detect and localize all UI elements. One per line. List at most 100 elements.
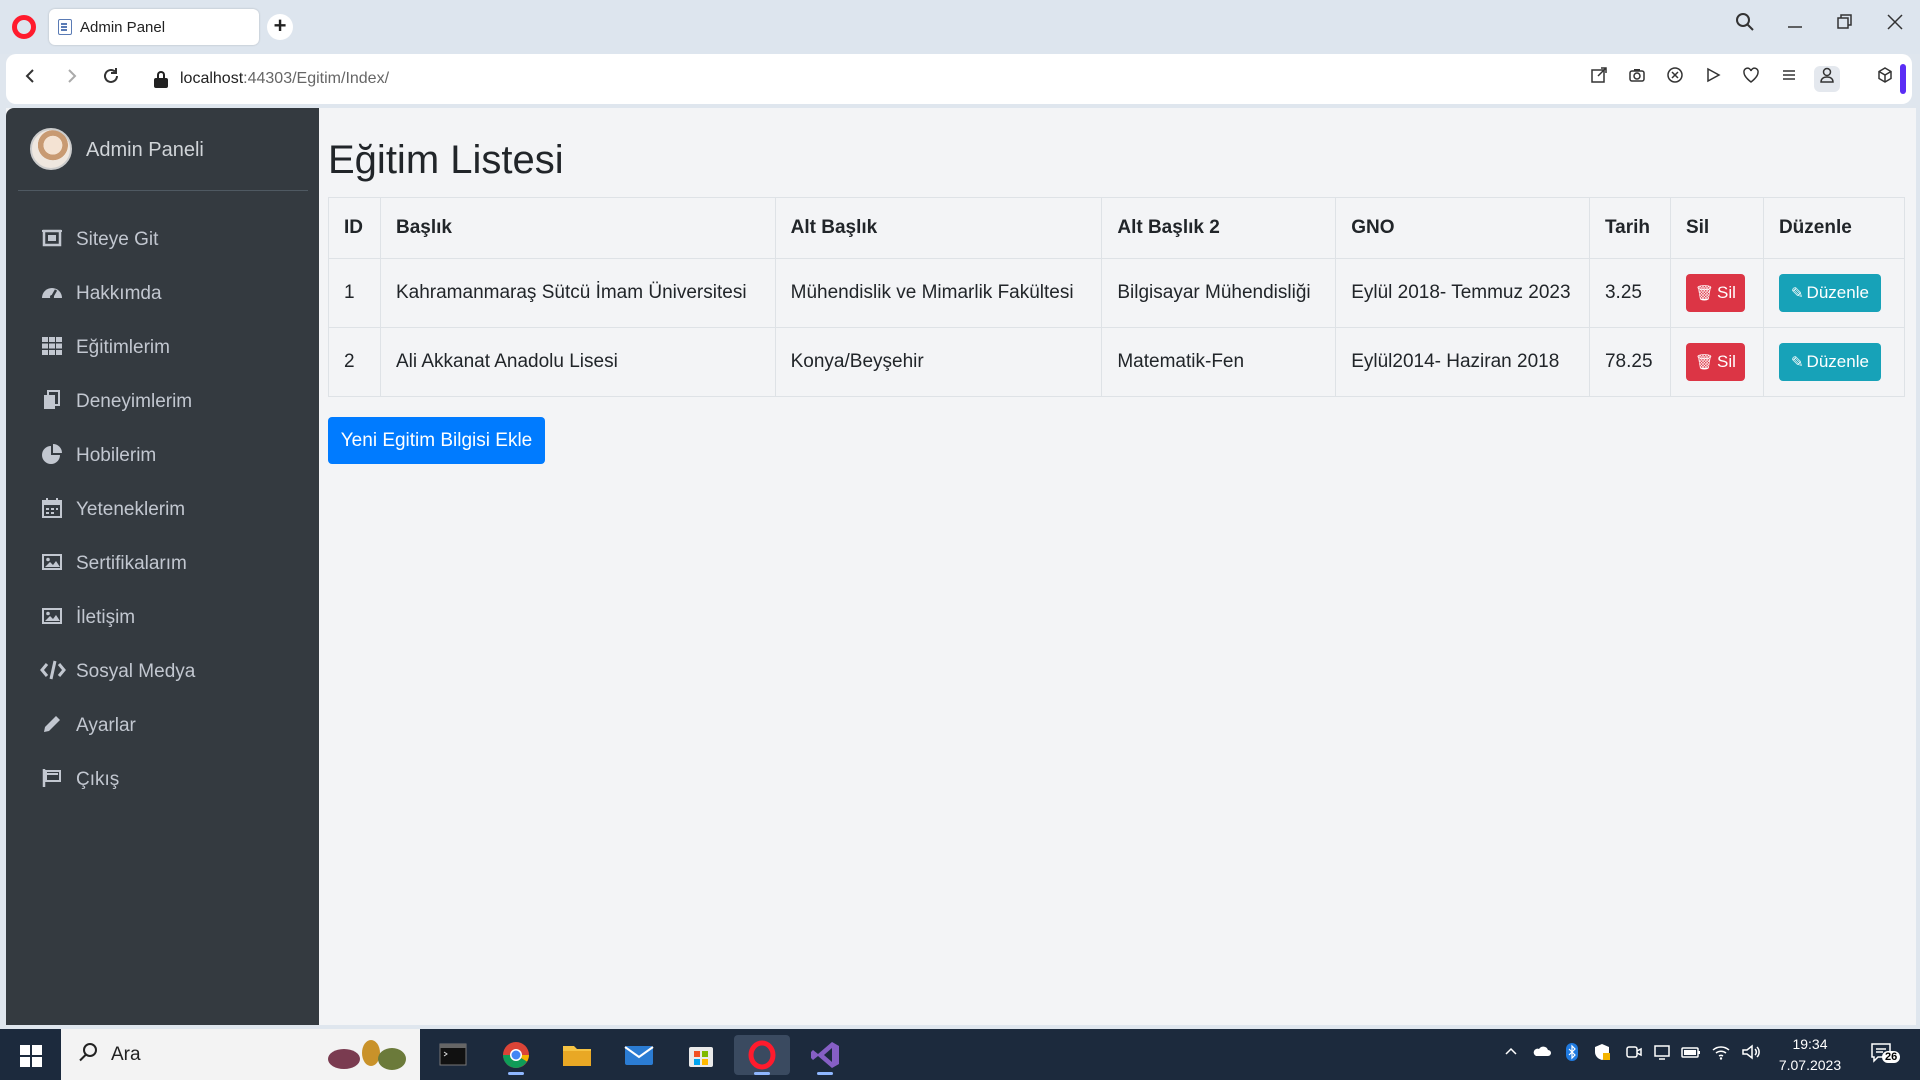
sidebar-toggle-indicator[interactable] [1900,64,1906,94]
onedrive-icon[interactable] [1531,1043,1551,1064]
sidebar-item-siteye-git[interactable]: Siteye Git [6,212,319,266]
cell-tarih: 78.25 [1588,327,1671,397]
search-icon [77,1041,99,1069]
taskbar-search-input[interactable]: Ara [61,1029,420,1080]
display-icon[interactable] [1653,1043,1671,1066]
add-education-button[interactable]: Yeni Egitim Bilgisi Ekle [328,417,545,464]
pencil-icon: ✎ [1790,285,1804,302]
taskbar-visual-studio-icon[interactable] [803,1035,847,1075]
back-button[interactable] [18,67,44,91]
clock-date: 7.07.2023 [1778,1057,1842,1073]
grid-icon [40,335,64,359]
clock-time: 19:34 [1792,1036,1828,1052]
sidebar-item-ayarlar[interactable]: Ayarlar [6,698,319,752]
delete-button[interactable]: 🗑 Sil [1685,274,1745,312]
windows-taskbar: Ara 19:34 7.07.2023 26 [0,1029,1920,1080]
security-icon[interactable] [1593,1043,1611,1066]
sidebar-item-label: İletişim [76,607,136,628]
sidebar-item-sosyal-medya[interactable]: Sosyal Medya [6,644,319,698]
battery-icon[interactable] [1681,1043,1701,1066]
sidebar-item-iletisim[interactable]: İletişim [6,590,319,644]
sidebar-item-cikis[interactable]: Çıkış [6,752,319,806]
cell-sil: 🗑 Sil [1669,258,1764,328]
reload-button[interactable] [98,67,124,91]
sidebar-item-label: Hobilerim [76,445,157,466]
page-viewport: Admin Paneli Siteye Git Hakkımda Eğitiml… [6,108,1916,1025]
delete-button[interactable]: 🗑 Sil [1685,343,1745,381]
sidebar-item-egitimlerim[interactable]: Eğitimlerim [6,320,319,374]
opera-logo-icon[interactable] [12,15,36,39]
windows-start-icon[interactable] [20,1045,42,1067]
easy-setup-icon[interactable] [1776,66,1802,92]
taskbar-clock[interactable]: 19:34 7.07.2023 [1770,1034,1850,1076]
sidebar-brand[interactable]: Admin Paneli [30,128,296,172]
flag-icon [40,767,64,791]
edit-label: Düzenle [1806,283,1869,302]
image-icon [40,551,64,575]
taskbar-terminal-icon[interactable] [431,1035,475,1075]
show-hidden-icons-icon[interactable] [1503,1043,1519,1064]
taskbar-mail-icon[interactable] [617,1035,661,1075]
bluetooth-icon[interactable] [1565,1043,1579,1066]
minimize-button[interactable] [1780,12,1810,38]
sidebar-item-label: Deneyimlerim [76,391,193,412]
search-placeholder: Ara [111,1044,141,1065]
share-icon[interactable] [1586,66,1612,92]
sidebar-item-label: Siteye Git [76,229,159,250]
brand-title: Admin Paneli [86,139,204,161]
meet-now-icon[interactable] [1625,1043,1643,1066]
column-header-alt-baslik: Alt Başlık [774,197,1103,259]
edit-button[interactable]: ✎ Düzenle [1778,274,1881,312]
column-header-alt-baslik-2: Alt Başlık 2 [1101,197,1337,259]
cell-alt-baslik: Konya/Beyşehir [774,327,1103,397]
sidebar-item-label: Sertifikalarım [76,553,187,574]
sidebar-item-label: Eğitimlerim [76,337,170,358]
cell-alt-baslik-2: Bilgisayar Mühendisliği [1101,258,1337,328]
profile-icon[interactable] [1814,66,1840,92]
browser-tabbar: Admin Panel + [0,0,1920,54]
taskbar-store-icon[interactable] [679,1035,723,1075]
cell-alt-baslik: Mühendislik ve Mimarlik Fakültesi [774,258,1103,328]
sidebar-menu: Siteye Git Hakkımda Eğitimlerim Deneyiml… [6,212,319,806]
pie-chart-icon [40,443,64,467]
adblock-icon[interactable] [1662,66,1688,92]
new-tab-button[interactable]: + [267,14,293,40]
camera-icon[interactable] [1624,66,1650,92]
url-field[interactable]: localhost:44303/Egitim/Index/ [180,70,389,88]
delete-label: Sil [1717,352,1736,371]
notification-center-icon[interactable]: 26 [1870,1041,1901,1067]
close-button[interactable] [1880,12,1910,38]
page-favicon-icon [58,19,72,35]
sidebar-item-sertifikalarim[interactable]: Sertifikalarım [6,536,319,590]
edit-button[interactable]: ✎ Düzenle [1778,343,1881,381]
lock-icon[interactable] [154,71,168,88]
search-tabs-icon[interactable] [1730,12,1760,38]
sidebar-item-label: Sosyal Medya [76,661,196,682]
wifi-icon[interactable] [1711,1043,1731,1066]
address-bar: localhost:44303/Egitim/Index/ [6,54,1912,104]
sidebar-item-deneyimlerim[interactable]: Deneyimlerim [6,374,319,428]
sidebar-item-hobilerim[interactable]: Hobilerim [6,428,319,482]
player-icon[interactable] [1700,66,1726,92]
taskbar-chrome-icon[interactable] [494,1035,538,1075]
image-icon [40,605,64,629]
sidebar-item-hakkimda[interactable]: Hakkımda [6,266,319,320]
delete-label: Sil [1717,283,1736,302]
sidebar-item-yeteneklerim[interactable]: Yeteneklerim [6,482,319,536]
column-header-tarih: Tarih [1588,197,1671,259]
home-icon [40,227,64,251]
browser-tab[interactable]: Admin Panel [49,9,259,45]
taskbar-opera-icon[interactable] [734,1035,790,1075]
restore-button[interactable] [1830,12,1860,38]
volume-icon[interactable] [1741,1043,1761,1066]
extensions-cube-icon[interactable] [1872,66,1898,92]
taskbar-file-explorer-icon[interactable] [555,1035,599,1075]
column-header-baslik: Başlık [379,197,776,259]
forward-button[interactable] [58,67,84,91]
avatar [30,128,72,170]
calendar-icon [40,497,64,521]
pencil-icon: ✎ [1790,354,1804,371]
column-header-gno: GNO [1335,197,1590,259]
heart-icon[interactable] [1738,66,1764,92]
cell-sil: 🗑 Sil [1669,327,1764,397]
